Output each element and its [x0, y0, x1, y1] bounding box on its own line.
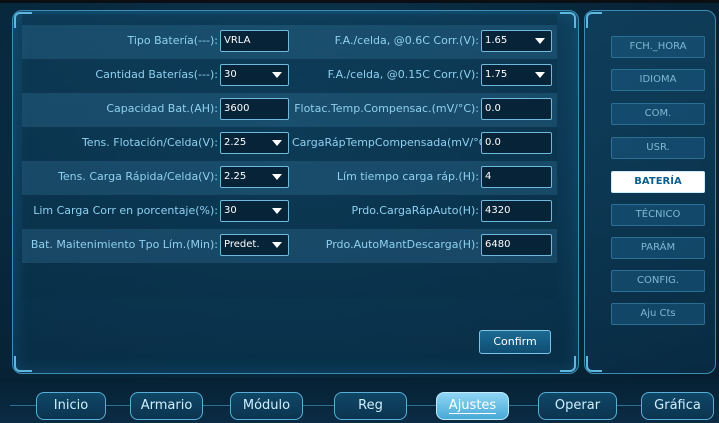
battery-count-label: Cantidad Baterías(---):: [95, 68, 218, 81]
settings-row: Tens. Carga Rápida/Celda(V): 2.25 Lím ti…: [22, 161, 557, 195]
confirm-button[interactable]: Confirm: [479, 330, 551, 354]
chevron-down-icon: [272, 174, 282, 180]
boost-temp-comp-value: 0.0: [485, 137, 501, 148]
settings-row: Tens. Flotación/Celda(V): 2.25 CargaRápT…: [22, 127, 557, 161]
side-item-fecha-hora[interactable]: FCH._HORA: [611, 36, 705, 58]
side-item-idioma[interactable]: IDIOMA: [611, 69, 705, 91]
battery-type-label: Tipo Batería(---):: [127, 34, 218, 47]
boost-voltage-label: Tens. Carga Rápida/Celda(V):: [58, 170, 218, 183]
settings-row: Cantidad Baterías(---): 30 F.A./celda, @…: [22, 59, 557, 93]
nav-inicio-label: Inicio: [53, 398, 89, 413]
battery-capacity-value: 3600: [224, 103, 250, 114]
float-voltage-label: Tens. Flotación/Celda(V):: [81, 136, 218, 149]
chevron-down-icon: [535, 72, 545, 78]
chevron-down-icon: [272, 140, 282, 146]
side-item-usr[interactable]: USR.: [611, 137, 705, 159]
eod-015c-select[interactable]: 1.75: [481, 64, 552, 86]
nav-ajustes[interactable]: Ajustes: [436, 392, 509, 420]
maintenance-time-limit-select[interactable]: Predet.: [220, 234, 289, 256]
eod-015c-value: 1.75: [485, 69, 508, 80]
float-voltage-select[interactable]: 2.25: [220, 132, 289, 154]
boost-time-limit-label: Lím tiempo carga ráp.(H):: [336, 170, 479, 183]
side-item-tecnico[interactable]: TÉCNICO: [611, 204, 705, 226]
auto-boost-period-value: 4320: [485, 205, 511, 216]
float-temp-comp-value: 0.0: [485, 103, 501, 114]
boost-time-limit-value: 4: [485, 171, 492, 182]
auto-boost-period-field[interactable]: 4320: [481, 200, 552, 222]
nav-operar[interactable]: Operar: [538, 392, 617, 420]
charge-current-limit-label: Lim Carga Corr en porcentaje(%):: [33, 204, 218, 217]
side-corner-deco: [586, 12, 602, 28]
nav-reg[interactable]: Reg: [334, 392, 407, 420]
chevron-down-icon: [272, 208, 282, 214]
top-edge: [0, 0, 719, 3]
battery-capacity-label: Capacidad Bat.(AH):: [106, 102, 218, 115]
nav-inicio[interactable]: Inicio: [36, 392, 106, 420]
panel-corner-deco: [14, 356, 32, 372]
auto-maint-discharge-value: 6480: [485, 239, 511, 250]
battery-count-value: 30: [224, 69, 237, 80]
boost-voltage-value: 2.25: [224, 171, 247, 182]
nav-modulo[interactable]: Módulo: [230, 392, 303, 420]
battery-count-select[interactable]: 30: [220, 64, 289, 86]
eod-015c-label: F.A./celda, @0.15C Corr.(V):: [327, 68, 479, 81]
nav-grafica[interactable]: Gráfica: [641, 392, 714, 420]
maintenance-time-limit-value: Predet.: [224, 239, 260, 250]
chevron-down-icon: [535, 38, 545, 44]
side-item-bateria[interactable]: BATERÍA: [611, 171, 705, 193]
float-temp-comp-field[interactable]: 0.0: [481, 98, 552, 120]
side-corner-deco: [586, 356, 602, 372]
battery-type-field[interactable]: VRLA: [220, 30, 289, 52]
nav-modulo-label: Módulo: [242, 398, 291, 413]
nav-operar-label: Operar: [554, 398, 601, 413]
settings-row: Lim Carga Corr en porcentaje(%): 30 Prdo…: [22, 195, 557, 229]
settings-row: Tipo Batería(---): VRLA F.A./celda, @0.6…: [22, 25, 557, 59]
nav-armario-label: Armario: [140, 398, 193, 413]
battery-capacity-field[interactable]: 3600: [220, 98, 289, 120]
chevron-down-icon: [272, 242, 282, 248]
panel-corner-deco: [560, 12, 576, 28]
float-temp-comp-label: Flotac.Temp.Compensac.(mV/°C):: [294, 102, 479, 115]
nav-armario[interactable]: Armario: [130, 392, 203, 420]
chevron-down-icon: [272, 72, 282, 78]
charge-current-limit-value: 30: [224, 205, 237, 216]
boost-temp-comp-label: CargaRápTempCompensada(mV/°C):: [292, 136, 495, 149]
side-item-config[interactable]: CONFIG.: [611, 270, 705, 292]
auto-maint-discharge-field[interactable]: 6480: [481, 234, 552, 256]
eod-06c-value: 1.65: [485, 35, 508, 46]
side-item-param[interactable]: PARÁM: [611, 237, 705, 259]
auto-boost-period-label: Prdo.CargaRápAuto(H):: [351, 204, 479, 217]
battery-type-value: VRLA: [224, 35, 251, 46]
eod-06c-select[interactable]: 1.65: [481, 30, 552, 52]
charge-current-limit-select[interactable]: 30: [220, 200, 289, 222]
nav-ajustes-label: Ajustes: [448, 398, 497, 414]
auto-maint-discharge-label: Prdo.AutoMantDescarga(H):: [325, 238, 479, 251]
boost-time-limit-field[interactable]: 4: [481, 166, 552, 188]
settings-row: Bat. Maitenimiento Tpo Lím.(Min): Predet…: [22, 229, 557, 263]
boost-temp-comp-field[interactable]: 0.0: [481, 132, 552, 154]
float-voltage-value: 2.25: [224, 137, 247, 148]
nav-grafica-label: Gráfica: [654, 398, 701, 413]
nav-reg-label: Reg: [358, 398, 383, 413]
maintenance-time-limit-label: Bat. Maitenimiento Tpo Lím.(Min):: [30, 238, 218, 251]
side-item-com[interactable]: COM.: [611, 103, 705, 125]
boost-voltage-select[interactable]: 2.25: [220, 166, 289, 188]
side-item-aju-cts[interactable]: Aju Cts: [611, 303, 705, 325]
settings-row: Capacidad Bat.(AH): 3600 Flotac.Temp.Com…: [22, 93, 557, 127]
panel-corner-deco: [560, 356, 576, 372]
eod-06c-label: F.A./celda, @0.6C Corr.(V):: [334, 34, 479, 47]
